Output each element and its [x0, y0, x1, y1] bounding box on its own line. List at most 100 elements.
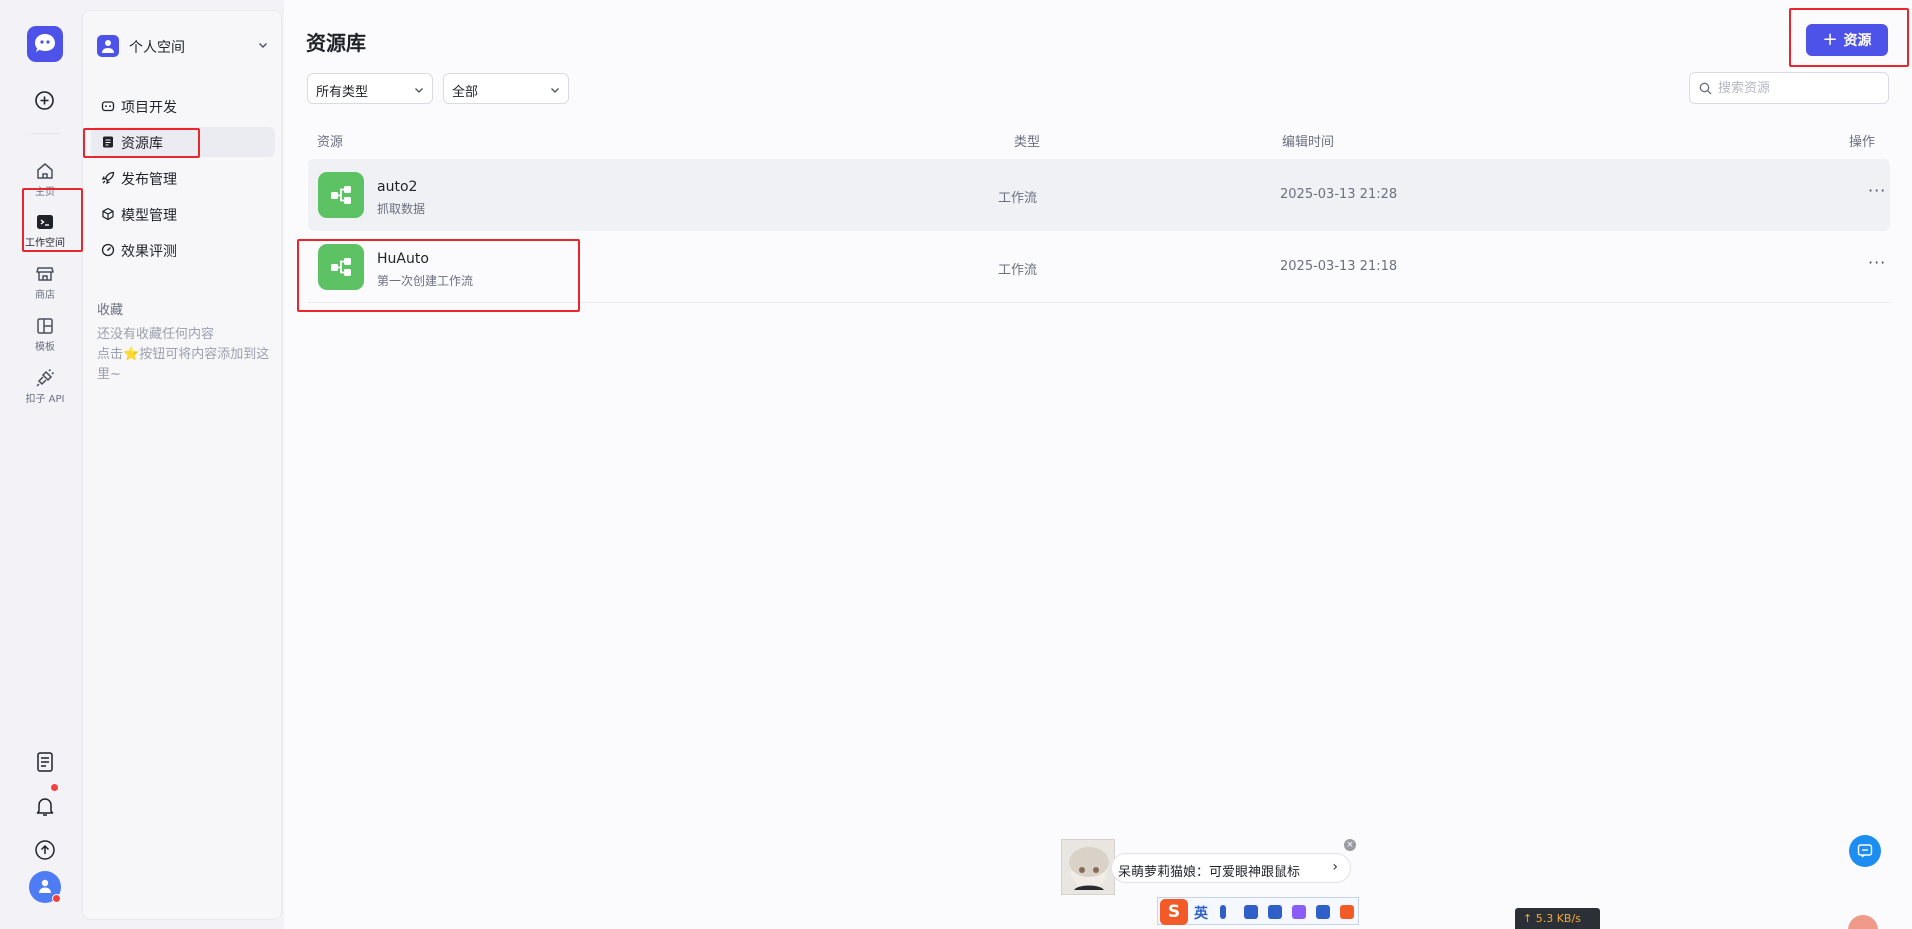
global-rail: 主页 工作空间 商店 模板 扣子 API [10, 10, 80, 920]
ime-toolbar[interactable]: S 英 [1157, 897, 1359, 925]
resource-name: HuAuto [377, 251, 429, 267]
nav-label: 发布管理 [121, 172, 177, 188]
anime-character-image [1061, 839, 1115, 895]
gauge-icon [101, 243, 115, 257]
favorites-empty-line1: 还没有收藏任何内容 [97, 327, 215, 342]
nav-publish-management[interactable]: 发布管理 [91, 163, 275, 193]
microphone-icon[interactable] [1244, 905, 1258, 919]
nav-evaluation[interactable]: 效果评测 [91, 235, 275, 265]
user-avatar[interactable] [29, 871, 61, 903]
ime-extra-icon[interactable] [1340, 905, 1354, 919]
resource-description: 第一次创建工作流 [377, 274, 474, 288]
notification-bell-icon[interactable] [33, 794, 57, 818]
workspace-avatar [97, 35, 119, 57]
table-row[interactable]: auto2 抓取数据 工作流 2025-03-13 21:28 ··· [308, 159, 1890, 231]
favorites-empty-hint: 还没有收藏任何内容 点击⭐按钮可将内容添加到这里~ [97, 325, 273, 385]
star-icon: ⭐ [123, 347, 140, 362]
chevron-down-icon [259, 43, 267, 48]
rail-item-label: 模板 [35, 342, 55, 353]
toolbox-icon[interactable] [1316, 905, 1330, 919]
chevron-right-icon[interactable]: › [1332, 859, 1338, 875]
rail-item-label: 扣子 API [25, 394, 65, 405]
rail-item-store[interactable]: 商店 [10, 264, 80, 301]
keyboard-icon[interactable] [1268, 905, 1282, 919]
desktop-pet-popup: 呆萌萝莉猫娘：可爱眼神跟鼠标 › × [1061, 839, 1356, 895]
main-content: 资源库 + 资源 所有类型 全部 资源 类型 编辑时间 操作 auto2 抓取数… [284, 0, 1912, 929]
resource-type: 工作流 [998, 191, 1038, 206]
docs-icon[interactable] [33, 750, 57, 774]
rail-item-templates[interactable]: 模板 [10, 316, 80, 353]
search-icon [1699, 82, 1712, 95]
more-actions-icon[interactable]: ··· [1868, 181, 1886, 200]
nav-label: 模型管理 [121, 208, 177, 224]
skin-icon[interactable] [1292, 905, 1306, 919]
avatar-badge [52, 894, 61, 903]
resource-type: 工作流 [998, 263, 1038, 278]
user-icon [102, 40, 114, 53]
rail-item-api[interactable]: 扣子 API [10, 368, 80, 405]
scope-filter-select[interactable]: 全部 [443, 73, 569, 104]
page-title: 资源库 [306, 31, 366, 55]
rail-divider [30, 133, 60, 134]
network-speed-widget: ↑ 5.3 KB/s [1515, 908, 1600, 929]
column-header-actions: 操作 [1849, 135, 1876, 150]
ime-language-toggle[interactable]: 英 [1194, 903, 1208, 923]
workspace-name: 个人空间 [129, 40, 185, 56]
app-logo-icon[interactable] [27, 26, 63, 62]
home-icon [37, 163, 53, 179]
resource-description: 抓取数据 [377, 202, 426, 216]
pet-message-text: 呆萌萝莉猫娘：可爱眼神跟鼠标 [1118, 865, 1301, 880]
cube-icon [102, 207, 114, 221]
nav-project-dev[interactable]: 项目开发 [91, 91, 275, 121]
rail-item-label: 商店 [35, 290, 55, 301]
user-icon [39, 879, 51, 893]
table-row[interactable]: HuAuto 第一次创建工作流 工作流 2025-03-13 21:18 ··· [308, 231, 1890, 303]
store-icon [36, 267, 54, 281]
workflow-icon [318, 244, 364, 290]
rail-item-workspace[interactable]: 工作空间 [10, 212, 80, 249]
punctuation-icon[interactable] [1220, 905, 1226, 919]
add-resource-label: 资源 [1843, 33, 1872, 49]
chat-support-button[interactable] [1849, 835, 1881, 867]
template-icon [37, 318, 53, 334]
api-plug-icon [36, 368, 55, 387]
workflow-icon [318, 172, 364, 218]
add-resource-button[interactable]: + 资源 [1806, 24, 1888, 56]
workspace-sidebar: 个人空间 项目开发 资源库 发布管理 模型管理 效果评测 收藏 还没有收藏任何内… [82, 10, 282, 920]
favorites-empty-pre: 点击 [97, 347, 124, 362]
library-icon [103, 136, 113, 148]
resource-name: auto2 [377, 179, 418, 195]
favorites-title: 收藏 [97, 303, 124, 318]
rail-item-home[interactable]: 主页 [10, 161, 80, 198]
more-actions-icon[interactable]: ··· [1868, 253, 1886, 272]
nav-label: 项目开发 [121, 100, 177, 116]
resource-edit-time: 2025-03-13 21:28 [1280, 187, 1398, 202]
scope-filter-value: 全部 [452, 85, 479, 100]
rail-item-label: 主页 [35, 187, 55, 198]
close-icon[interactable]: × [1344, 839, 1356, 851]
plus-icon: + [1822, 29, 1838, 50]
rail-item-label: 工作空间 [25, 238, 65, 249]
column-header-edited: 编辑时间 [1282, 135, 1335, 150]
nav-label: 资源库 [121, 136, 163, 152]
nav-label: 效果评测 [121, 244, 177, 260]
search-input[interactable] [1718, 78, 1878, 98]
chevron-down-icon [551, 88, 559, 93]
column-header-resource: 资源 [317, 135, 344, 150]
workspace-switcher[interactable]: 个人空间 [97, 33, 273, 59]
terminal-icon [37, 215, 53, 229]
column-header-type: 类型 [1014, 135, 1041, 150]
pet-message-bubble[interactable]: 呆萌萝莉猫娘：可爱眼神跟鼠标 › [1111, 853, 1351, 883]
nav-model-management[interactable]: 模型管理 [91, 199, 275, 229]
sogou-logo-icon: S [1160, 899, 1188, 925]
create-plus-icon[interactable] [32, 88, 57, 113]
notification-dot [51, 784, 58, 791]
chevron-down-icon [415, 88, 423, 93]
robot-icon [101, 101, 115, 112]
type-filter-value: 所有类型 [316, 85, 369, 100]
nav-resource-library[interactable]: 资源库 [91, 127, 275, 157]
rocket-icon [101, 171, 115, 185]
search-box[interactable] [1689, 72, 1889, 104]
upload-icon[interactable] [33, 838, 57, 862]
type-filter-select[interactable]: 所有类型 [307, 73, 433, 104]
